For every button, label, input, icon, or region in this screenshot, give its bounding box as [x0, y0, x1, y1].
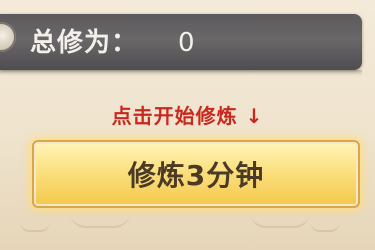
total-cultivation-label: 总修为： [30, 28, 139, 58]
orb-icon [0, 22, 16, 52]
total-cultivation-value: 0 [178, 28, 195, 58]
decorative-swirl [70, 212, 130, 228]
total-cultivation-bar: 总修为： 0 [0, 14, 362, 76]
decorative-swirl [250, 212, 310, 228]
decorative-swirl [20, 222, 50, 232]
decorative-swirl [310, 222, 340, 232]
start-training-hint: 点击开始修炼 ↓ [0, 100, 375, 129]
cultivation-panel: 总修为： 0 点击开始修炼 ↓ 修炼3分钟 [0, 0, 375, 250]
train-button-label: 修炼3分钟 [127, 159, 265, 192]
hint-text: 点击开始修炼 [111, 104, 238, 128]
train-3-minutes-button[interactable]: 修炼3分钟 [32, 140, 360, 208]
down-arrow-icon: ↓ [245, 104, 264, 128]
